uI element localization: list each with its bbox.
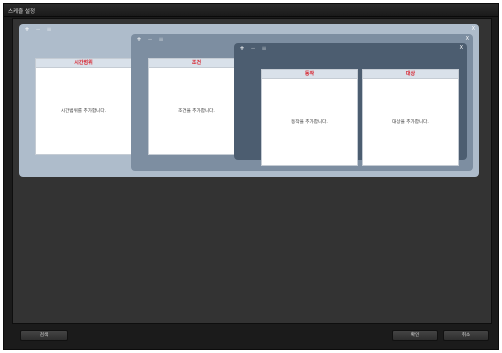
add-icon[interactable]: +	[23, 26, 31, 32]
title-bar[interactable]: 스케쥴 설정	[4, 4, 498, 17]
card-placeholder-time-range: 시간범위를 추가합니다.	[60, 109, 107, 114]
card-placeholder-action: 동작을 추가합니다.	[291, 120, 328, 125]
cancel-button[interactable]: 취소	[443, 330, 489, 341]
settings-icon[interactable]: ≡	[260, 45, 268, 51]
ok-button[interactable]: 확인	[392, 330, 438, 341]
card-placeholder-condition: 조건을 추가합니다.	[178, 109, 215, 114]
card-header-condition: 조건	[149, 59, 244, 68]
panel-toolbar: + − ≡	[238, 45, 268, 51]
condition-card[interactable]: 조건 조건을 추가합니다.	[148, 58, 245, 155]
close-icon[interactable]: X	[460, 45, 463, 51]
target-card[interactable]: 대상 대상을 추가합니다.	[362, 69, 459, 166]
panel-toolbar: + − ≡	[23, 26, 53, 32]
card-header-action: 동작	[262, 70, 357, 79]
add-icon[interactable]: +	[238, 45, 246, 51]
settings-icon[interactable]: ≡	[45, 26, 53, 32]
card-header-target: 대상	[363, 70, 458, 79]
search-button[interactable]: 검색	[20, 330, 68, 341]
card-header-time-range: 시간범위	[36, 59, 131, 68]
remove-icon[interactable]: −	[146, 36, 154, 42]
panel-toolbar: + − ≡	[135, 36, 165, 42]
add-icon[interactable]: +	[135, 36, 143, 42]
window-title: 스케쥴 설정	[8, 9, 36, 15]
close-icon[interactable]: X	[466, 36, 469, 42]
card-placeholder-target: 대상을 추가합니다.	[392, 120, 429, 125]
time-range-card[interactable]: 시간범위 시간범위를 추가합니다.	[35, 58, 132, 155]
remove-icon[interactable]: −	[34, 26, 42, 32]
remove-icon[interactable]: −	[249, 45, 257, 51]
action-card[interactable]: 동작 동작을 추가합니다.	[261, 69, 358, 166]
settings-icon[interactable]: ≡	[157, 36, 165, 42]
close-icon[interactable]: X	[472, 26, 475, 32]
